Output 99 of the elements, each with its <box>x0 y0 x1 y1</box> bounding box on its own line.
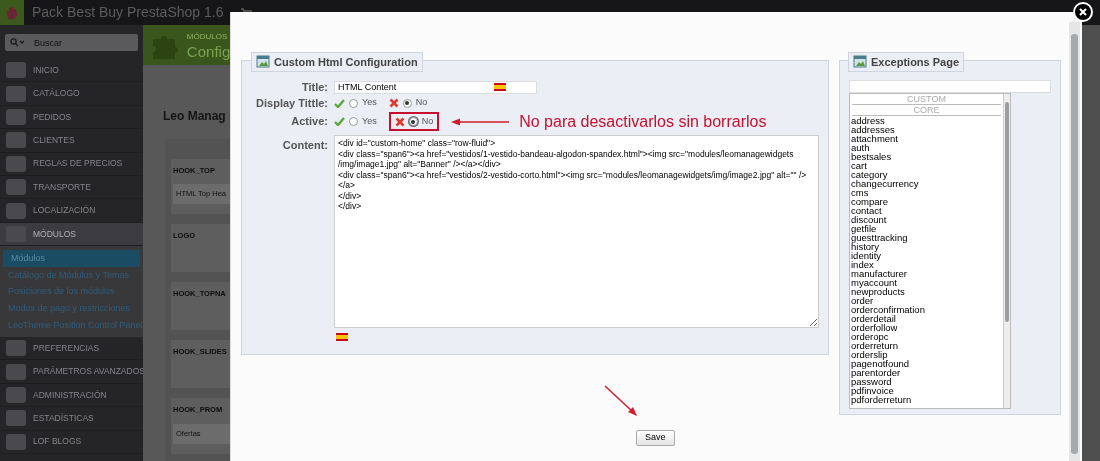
list-option[interactable]: history <box>850 242 1003 251</box>
arrow-annotation <box>603 384 639 418</box>
section-icon <box>6 340 26 357</box>
menu-item[interactable]: TRANSPORTE <box>0 175 143 200</box>
radio-button[interactable] <box>408 117 418 126</box>
list-option[interactable]: cart <box>850 161 1003 170</box>
list-option[interactable]: index <box>850 260 1003 269</box>
list-option[interactable]: orderslip <box>850 350 1003 359</box>
section-heading: Leo Manag <box>163 109 226 123</box>
list-option[interactable]: orderreturn <box>850 341 1003 350</box>
list-option[interactable]: category <box>850 170 1003 179</box>
annotation-text: No para desactivarlos sin borrarlos <box>519 111 767 132</box>
group-label: CORE <box>852 105 1001 116</box>
page-listbox[interactable] <box>849 93 1011 409</box>
logo-icon <box>0 0 24 25</box>
section-icon <box>6 387 26 404</box>
list-option[interactable]: address <box>850 116 1003 125</box>
search-icon[interactable] <box>10 38 24 47</box>
flag-icon[interactable] <box>494 83 506 91</box>
list-option[interactable]: order <box>850 296 1003 305</box>
cross-icon <box>388 98 399 108</box>
list-option[interactable]: pagenotfound <box>850 359 1003 368</box>
arrow-annotation <box>451 117 510 126</box>
list-option[interactable]: identity <box>850 251 1003 260</box>
section-icon <box>6 85 26 102</box>
group-label: CUSTOM <box>852 94 1001 105</box>
list-option[interactable]: guesttracking <box>850 233 1003 242</box>
check-icon <box>334 117 345 126</box>
field-label: Content: <box>281 138 328 153</box>
list-option[interactable]: newproducts <box>850 287 1003 296</box>
list-option[interactable]: bestsales <box>850 152 1003 161</box>
search-field[interactable]: Buscar <box>29 34 138 51</box>
close-icon[interactable] <box>1079 8 1087 16</box>
search-menu-button[interactable] <box>5 34 29 51</box>
menu-item[interactable]: CATÁLOGO <box>0 82 143 106</box>
flag-icon[interactable] <box>336 333 348 341</box>
list-option[interactable]: contact <box>850 206 1003 215</box>
list-option[interactable]: password <box>850 377 1003 386</box>
section-icon <box>6 108 26 125</box>
list-option[interactable]: orderopc <box>850 332 1003 341</box>
radio-button[interactable] <box>349 117 358 126</box>
menu-item[interactable]: ESTADÍSTICAS <box>0 407 143 431</box>
save-button[interactable]: Save <box>636 429 675 446</box>
list-option[interactable]: compare <box>850 197 1003 206</box>
radio-button[interactable] <box>402 98 412 108</box>
list-option[interactable]: orderconfirmation <box>850 305 1003 314</box>
list-option[interactable]: cms <box>850 188 1003 197</box>
legend-text: Custom Html Configuration <box>274 54 418 70</box>
filter-field[interactable] <box>849 80 1051 93</box>
list-option[interactable]: pdfinvoice <box>850 386 1003 395</box>
section-icon <box>6 410 26 427</box>
list-option[interactable]: changecurrency <box>850 179 1003 188</box>
list-option[interactable]: getfile <box>850 224 1003 233</box>
list-option[interactable]: myaccount <box>850 278 1003 287</box>
field-label: Active: <box>290 114 328 130</box>
menu-item[interactable]: INICIO <box>0 59 143 83</box>
window-icon <box>853 55 867 69</box>
window-icon <box>256 55 270 69</box>
menu-item[interactable]: MÓDULOS <box>0 222 143 247</box>
legend-text: Exceptions Page <box>871 54 960 70</box>
title-field[interactable]: HTML Content <box>334 81 537 94</box>
option-label: Yes <box>362 114 377 128</box>
content-textarea[interactable]: <div id="custom-home" class="row-fluid"> <div class="span6"><a href="vestidos/1-vestido-bandeau-algodon-spandex.html"><img src="modules/leomanagewidgets /img/image1.jpg" alt="Banner" /></a></div> <div class="span6"><a href="vestidos/2-vestido-corto.html"><img src="modules/leomanagewidgets/img/image2.jpg" alt="" /></a> </div> </div> <box>334 135 819 328</box>
list-option[interactable]: attachment <box>850 134 1003 143</box>
section-icon <box>6 363 26 380</box>
list-option[interactable]: orderdetail <box>850 314 1003 323</box>
section-icon <box>6 62 26 79</box>
menu-item[interactable]: PEDIDOS <box>0 105 143 130</box>
option-label: Yes <box>362 96 377 110</box>
menu-item[interactable]: ADMINISTRACIÓN <box>0 383 143 408</box>
section-icon <box>6 155 26 172</box>
option-label: No <box>415 96 428 110</box>
radio-button[interactable] <box>349 98 358 108</box>
menu-item[interactable]: PREFERENCIAS <box>0 337 143 361</box>
scrollbar[interactable] <box>1069 22 1080 461</box>
list-option[interactable]: pdforderreturn <box>850 395 1003 404</box>
field-label: Display Tittle: <box>255 95 328 111</box>
list-option[interactable]: addresses <box>850 125 1003 134</box>
page-title: Config <box>186 42 230 60</box>
list-option[interactable]: orderfollow <box>850 323 1003 332</box>
list-option[interactable]: manufacturer <box>850 269 1003 278</box>
section-icon <box>6 202 26 219</box>
section-icon <box>6 132 26 149</box>
list-option[interactable]: parentorder <box>850 368 1003 377</box>
cross-icon <box>394 116 405 127</box>
menu-item[interactable]: CLIENTES <box>0 129 143 153</box>
menu-item[interactable]: LOF BLOGS <box>0 430 143 455</box>
section-icon <box>6 179 26 196</box>
list-option[interactable]: discount <box>850 215 1003 224</box>
scrollbar[interactable] <box>1003 94 1010 408</box>
breadcrumb: MÓDULOS <box>186 30 229 43</box>
option-label: No <box>421 114 434 128</box>
check-icon <box>334 98 345 108</box>
store-title: Pack Best Buy PrestaShop 1.6 <box>32 3 224 22</box>
field-label: Title: <box>300 80 328 96</box>
menu-item[interactable]: REGLAS DE PRECIOS <box>0 152 143 176</box>
section-icon <box>6 433 26 450</box>
list-option[interactable]: auth <box>850 143 1003 152</box>
menu-item[interactable]: LOCALIZACIÓN <box>0 199 143 223</box>
